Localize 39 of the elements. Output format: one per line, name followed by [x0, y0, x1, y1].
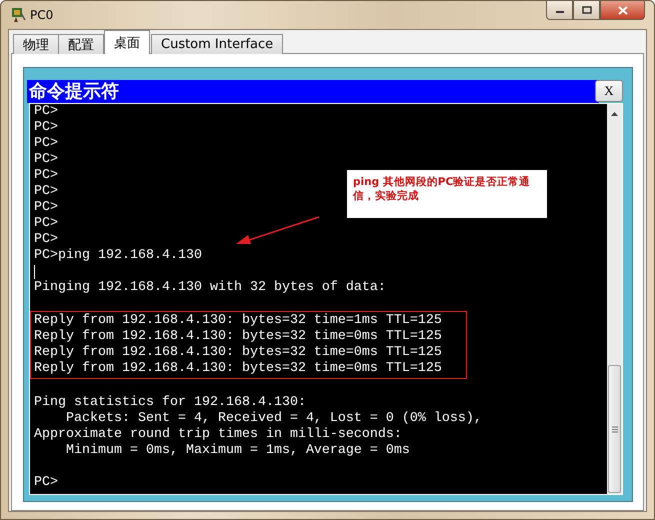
- window-title: PC0: [30, 8, 54, 22]
- maximize-icon: [582, 6, 592, 14]
- terminal-line: PC>: [34, 475, 58, 490]
- close-icon: [618, 6, 628, 14]
- scroll-thumb[interactable]: [608, 365, 621, 493]
- terminal-line: PC>: [34, 136, 58, 151]
- close-button[interactable]: [600, 1, 645, 20]
- terminal-line: PC>: [34, 168, 58, 183]
- scrollbar[interactable]: [607, 104, 622, 494]
- maximize-button[interactable]: [573, 1, 600, 20]
- tab[interactable]: Custom Interface: [151, 34, 284, 54]
- terminal-line: PC>: [34, 152, 58, 167]
- terminal-line: PC>: [34, 184, 58, 199]
- terminal-line: PC>: [34, 104, 58, 119]
- close-button[interactable]: X: [595, 80, 623, 102]
- tab[interactable]: 配置: [58, 34, 104, 54]
- terminal-line: PC>: [34, 120, 58, 135]
- terminal-line: Pinging 192.168.4.130 with 32 bytes of data:: [34, 280, 386, 295]
- terminal-line: Minimum = 0ms, Maximum = 1ms, Average = 0ms: [64, 443, 410, 458]
- terminal-line: Reply from 192.168.4.130: bytes=32 time=0ms TTL=125: [34, 361, 442, 376]
- command-prompt-title: 命令提示符: [27, 80, 599, 102]
- minimize-button[interactable]: [546, 1, 573, 20]
- tab[interactable]: 物理: [13, 34, 59, 54]
- terminal-line: PC>: [34, 200, 58, 215]
- tab[interactable]: 桌面: [104, 30, 150, 54]
- terminal-line: Approximate round trip times in milli-seconds:: [34, 427, 402, 442]
- terminal-line: Ping statistics for 192.168.4.130:: [34, 395, 306, 410]
- terminal-line: Reply from 192.168.4.130: bytes=32 time=0ms TTL=125: [34, 345, 442, 360]
- terminal[interactable]: [30, 104, 607, 494]
- terminal-line: PC>ping 192.168.4.130: [34, 248, 202, 263]
- terminal-line: PC>: [34, 216, 58, 231]
- computer-icon: [10, 7, 26, 23]
- terminal-line: Reply from 192.168.4.130: bytes=32 time=1ms TTL=125: [34, 313, 442, 328]
- terminal-line: Packets: Sent = 4, Received = 4, Lost = 0 (0% loss),: [64, 411, 482, 426]
- terminal-line: Reply from 192.168.4.130: bytes=32 time=0ms TTL=125: [34, 329, 442, 344]
- terminal-line: PC>: [34, 232, 58, 247]
- text-cursor: [34, 265, 35, 279]
- scroll-up-arrow-icon[interactable]: [611, 112, 618, 116]
- annotation-note: ping 其他网段的PC验证是否正常通信，实验完成: [347, 170, 547, 218]
